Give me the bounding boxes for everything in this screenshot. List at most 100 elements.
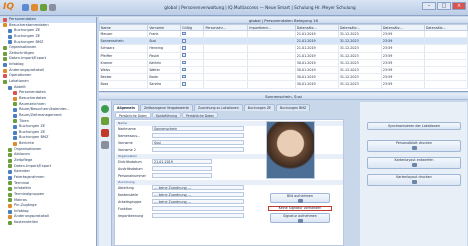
table-cell: 31.12.2023 [338, 30, 382, 39]
table-cell: 30.01.2019 [295, 80, 339, 89]
table-row[interactable]: Schwarz Henning 21.01.2019 31.12.2023 23:59 [99, 44, 468, 53]
print-personnel-sheet-button[interactable]: Personalblatt drucken [367, 140, 461, 152]
tree-item-icon [8, 220, 12, 225]
design-card-layout-button[interactable]: Kartenlayout entwerfen [367, 157, 461, 169]
tree-item-icon [8, 215, 12, 220]
window-title: global | Personenverwaltung | IQ.Multiac… [164, 5, 356, 10]
kostenstelle-select[interactable]: --- keine Zuordnung --- [152, 192, 244, 197]
vorname-2-field[interactable] [152, 147, 244, 152]
tree-item-icon [3, 62, 7, 67]
eintrittsdatum-field[interactable]: 21.01.2019 [152, 159, 212, 164]
table-cell [180, 73, 205, 82]
importkennung-field[interactable] [152, 213, 244, 218]
table-row[interactable]: Meuser Frank 21.01.2019 31.12.2023 23:59 [99, 30, 468, 39]
print-card-layout-button[interactable]: Kartenlayout drucken [367, 174, 461, 186]
table-cell: 31.12.2023 [338, 66, 382, 75]
label-arbeitsgruppe: Arbeitsgruppe [118, 200, 142, 204]
tab[interactable]: Zuordnung zu Lokationen [194, 104, 243, 111]
take-signature-button[interactable]: Signatur aufnehmen [270, 213, 330, 223]
table-cell: 23:59 [381, 73, 425, 82]
table-cell [424, 59, 468, 67]
table-cell [247, 59, 296, 67]
table-cell [247, 52, 296, 60]
tree-item-icon [3, 46, 7, 51]
table-cell: 21.01.2019 [295, 44, 339, 53]
add-icon[interactable] [101, 117, 109, 125]
valid-checkbox[interactable] [182, 31, 186, 36]
table-cell [180, 44, 205, 53]
table-cell: 31.12.2023 [338, 37, 382, 46]
austrittsdatum-field[interactable] [152, 166, 212, 171]
pen-icon [297, 219, 303, 223]
person-photo [266, 121, 315, 179]
table-cell [180, 37, 205, 46]
tab[interactable]: Buchungen BMZ [276, 104, 311, 111]
table-row[interactable]: Sonnenschein Susi 21.01.2019 31.12.2023 23:5… [99, 37, 468, 46]
signature-status: Keine Signatur vorhanden [268, 206, 332, 211]
back-icon[interactable] [22, 4, 29, 11]
sync-locations-button[interactable]: Synchronisieren der Lokationen [367, 122, 461, 130]
settings-icon[interactable] [49, 4, 56, 11]
take-photo-button[interactable]: Bild aufnehmen [270, 193, 330, 203]
valid-checkbox[interactable] [182, 60, 186, 65]
valid-checkbox[interactable] [182, 74, 186, 79]
abteilung-select[interactable]: --- keine Zuordnung --- [152, 185, 244, 190]
subtab[interactable]: Kontoführung [152, 112, 182, 118]
table-cell: 23:59 [381, 37, 425, 46]
refresh-icon[interactable] [31, 4, 38, 11]
table-cell [180, 80, 205, 89]
table-cell: Sonnenschein [99, 37, 149, 46]
delete-icon[interactable] [101, 129, 109, 137]
take-signature-label: Signatur aufnehmen [283, 214, 317, 218]
table-cell: Frank [147, 30, 182, 39]
tree-item-icon [3, 51, 7, 56]
tree-item-icon [8, 164, 12, 169]
valid-checkbox[interactable] [182, 39, 186, 43]
table-row[interactable]: Pfeiffer Paulei 21.01.2019 31.12.2023 23:59 [99, 52, 468, 60]
vorname-field[interactable]: Susi [152, 140, 244, 145]
tab[interactable]: Allgemein [113, 104, 139, 111]
personalnummer-field[interactable] [152, 173, 212, 178]
save-icon[interactable] [40, 4, 47, 11]
table-row[interactable]: Kramer Kathrin 30.01.2019 31.12.2023 23:59 [99, 59, 468, 67]
table-row[interactable]: Becker Bodo 30.01.2019 31.12.2023 23:59 [99, 73, 468, 82]
table-cell [247, 73, 296, 82]
table-cell [424, 73, 468, 82]
print-icon[interactable] [101, 141, 109, 149]
tab[interactable]: Zeitbezogene Vergabewerte [139, 104, 194, 111]
design-card-layout-label: Kartenlayout entwerfen [394, 158, 434, 162]
tree-item-icon [13, 96, 17, 101]
maximize-button[interactable]: □ [437, 2, 451, 10]
tab[interactable]: Buchungen ZE [243, 104, 276, 111]
table-cell: Becker [99, 73, 149, 82]
person-table: Name Vorname Gültig Personalnr... Importkenn… [98, 24, 468, 89]
table-cell: Meuser [99, 30, 149, 39]
valid-checkbox[interactable] [182, 67, 186, 72]
tree-item-icon [8, 209, 12, 214]
tree-item[interactable]: Kostenstellen [0, 220, 96, 226]
label-personalnummer: Personalnummer [118, 174, 147, 178]
table-cell: Kathrin [147, 59, 182, 67]
valid-checkbox[interactable] [182, 46, 186, 50]
nachname-field[interactable]: Sonnenschein [152, 126, 244, 131]
tree-item-icon [3, 74, 7, 79]
check-icon[interactable] [101, 105, 109, 113]
label-importkennung: Importkennung [118, 214, 144, 218]
valid-checkbox[interactable] [182, 82, 186, 86]
action-panel: Synchronisieren der Lokationen Personalb… [360, 102, 467, 246]
valid-checkbox[interactable] [182, 53, 186, 57]
subtab[interactable]: Persönliche Daten [182, 112, 219, 118]
funktion-field[interactable] [152, 206, 244, 211]
table-cell: 23:59 [381, 66, 425, 75]
sub-tabs: Persönliche Daten Kontoführung Persönliche… [115, 112, 219, 118]
subtab[interactable]: Persönliche Daten [115, 112, 152, 118]
close-button[interactable]: × [452, 2, 466, 10]
table-row[interactable]: Weiss Walter 30.01.2019 31.12.2023 23:59 [99, 66, 468, 75]
arbeitsgruppe-select[interactable]: --- keine Zuordnung --- [152, 199, 244, 204]
label-abteilung: Abteilung [118, 186, 134, 190]
namenszusatz-field[interactable] [152, 133, 244, 138]
table-cell [180, 66, 205, 75]
table-row[interactable]: Boss Sandra 30.01.2019 31.12.2023 23:59 [99, 80, 468, 89]
minimize-button[interactable]: – [422, 2, 436, 10]
tree-item-icon [13, 108, 17, 113]
